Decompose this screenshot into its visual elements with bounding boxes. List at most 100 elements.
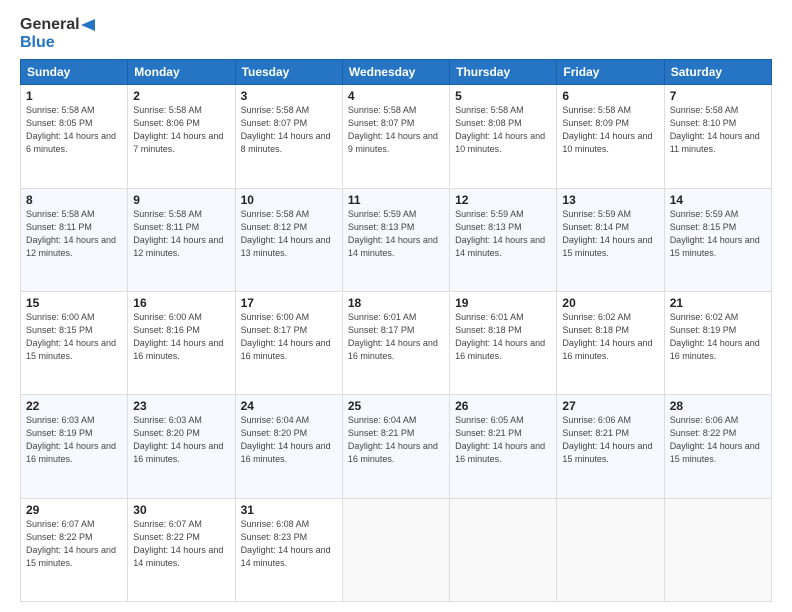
calendar-cell: 24 Sunrise: 6:04 AMSunset: 8:20 PMDaylig…	[235, 395, 342, 498]
calendar-week-row: 8 Sunrise: 5:58 AMSunset: 8:11 PMDayligh…	[21, 188, 772, 291]
day-info: Sunrise: 6:05 AMSunset: 8:21 PMDaylight:…	[455, 415, 545, 464]
logo-text: General Blue	[20, 16, 95, 51]
logo-blue: Blue	[20, 34, 55, 51]
calendar-cell: 5 Sunrise: 5:58 AMSunset: 8:08 PMDayligh…	[450, 85, 557, 188]
calendar-cell	[450, 498, 557, 601]
day-number: 1	[26, 89, 122, 103]
calendar-cell: 4 Sunrise: 5:58 AMSunset: 8:07 PMDayligh…	[342, 85, 449, 188]
day-info: Sunrise: 6:04 AMSunset: 8:21 PMDaylight:…	[348, 415, 438, 464]
calendar-week-row: 29 Sunrise: 6:07 AMSunset: 8:22 PMDaylig…	[21, 498, 772, 601]
day-number: 21	[670, 296, 766, 310]
day-info: Sunrise: 6:00 AMSunset: 8:17 PMDaylight:…	[241, 312, 331, 361]
day-info: Sunrise: 6:06 AMSunset: 8:21 PMDaylight:…	[562, 415, 652, 464]
calendar-cell: 15 Sunrise: 6:00 AMSunset: 8:15 PMDaylig…	[21, 291, 128, 394]
calendar-cell: 22 Sunrise: 6:03 AMSunset: 8:19 PMDaylig…	[21, 395, 128, 498]
day-info: Sunrise: 5:58 AMSunset: 8:07 PMDaylight:…	[241, 105, 331, 154]
calendar-table: SundayMondayTuesdayWednesdayThursdayFrid…	[20, 59, 772, 602]
day-info: Sunrise: 5:59 AMSunset: 8:13 PMDaylight:…	[348, 209, 438, 258]
day-number: 30	[133, 503, 229, 517]
day-info: Sunrise: 5:58 AMSunset: 8:12 PMDaylight:…	[241, 209, 331, 258]
day-number: 7	[670, 89, 766, 103]
col-header-sunday: Sunday	[21, 60, 128, 85]
day-info: Sunrise: 5:59 AMSunset: 8:15 PMDaylight:…	[670, 209, 760, 258]
col-header-tuesday: Tuesday	[235, 60, 342, 85]
day-number: 19	[455, 296, 551, 310]
day-info: Sunrise: 6:04 AMSunset: 8:20 PMDaylight:…	[241, 415, 331, 464]
day-number: 8	[26, 193, 122, 207]
calendar-cell: 31 Sunrise: 6:08 AMSunset: 8:23 PMDaylig…	[235, 498, 342, 601]
col-header-monday: Monday	[128, 60, 235, 85]
logo-bird-icon	[81, 17, 95, 33]
day-info: Sunrise: 5:58 AMSunset: 8:09 PMDaylight:…	[562, 105, 652, 154]
calendar-cell: 7 Sunrise: 5:58 AMSunset: 8:10 PMDayligh…	[664, 85, 771, 188]
calendar-cell: 26 Sunrise: 6:05 AMSunset: 8:21 PMDaylig…	[450, 395, 557, 498]
calendar-cell	[342, 498, 449, 601]
calendar-cell: 19 Sunrise: 6:01 AMSunset: 8:18 PMDaylig…	[450, 291, 557, 394]
day-info: Sunrise: 5:59 AMSunset: 8:13 PMDaylight:…	[455, 209, 545, 258]
day-info: Sunrise: 6:07 AMSunset: 8:22 PMDaylight:…	[133, 519, 223, 568]
day-info: Sunrise: 6:07 AMSunset: 8:22 PMDaylight:…	[26, 519, 116, 568]
logo: General Blue	[20, 16, 95, 51]
day-number: 28	[670, 399, 766, 413]
col-header-saturday: Saturday	[664, 60, 771, 85]
calendar-cell: 12 Sunrise: 5:59 AMSunset: 8:13 PMDaylig…	[450, 188, 557, 291]
calendar-cell: 10 Sunrise: 5:58 AMSunset: 8:12 PMDaylig…	[235, 188, 342, 291]
day-number: 15	[26, 296, 122, 310]
day-number: 16	[133, 296, 229, 310]
day-number: 14	[670, 193, 766, 207]
calendar-cell: 17 Sunrise: 6:00 AMSunset: 8:17 PMDaylig…	[235, 291, 342, 394]
header: General Blue	[20, 16, 772, 51]
day-number: 17	[241, 296, 337, 310]
day-info: Sunrise: 5:58 AMSunset: 8:05 PMDaylight:…	[26, 105, 116, 154]
day-number: 22	[26, 399, 122, 413]
logo-general: General	[20, 16, 80, 34]
calendar-week-row: 1 Sunrise: 5:58 AMSunset: 8:05 PMDayligh…	[21, 85, 772, 188]
day-number: 20	[562, 296, 658, 310]
col-header-thursday: Thursday	[450, 60, 557, 85]
day-info: Sunrise: 5:58 AMSunset: 8:10 PMDaylight:…	[670, 105, 760, 154]
calendar-cell: 6 Sunrise: 5:58 AMSunset: 8:09 PMDayligh…	[557, 85, 664, 188]
day-number: 2	[133, 89, 229, 103]
day-number: 29	[26, 503, 122, 517]
calendar-cell: 29 Sunrise: 6:07 AMSunset: 8:22 PMDaylig…	[21, 498, 128, 601]
col-header-friday: Friday	[557, 60, 664, 85]
calendar-cell: 23 Sunrise: 6:03 AMSunset: 8:20 PMDaylig…	[128, 395, 235, 498]
calendar-week-row: 15 Sunrise: 6:00 AMSunset: 8:15 PMDaylig…	[21, 291, 772, 394]
day-number: 24	[241, 399, 337, 413]
day-number: 5	[455, 89, 551, 103]
day-info: Sunrise: 6:02 AMSunset: 8:18 PMDaylight:…	[562, 312, 652, 361]
calendar-cell: 16 Sunrise: 6:00 AMSunset: 8:16 PMDaylig…	[128, 291, 235, 394]
day-info: Sunrise: 6:00 AMSunset: 8:15 PMDaylight:…	[26, 312, 116, 361]
day-number: 11	[348, 193, 444, 207]
calendar-cell: 27 Sunrise: 6:06 AMSunset: 8:21 PMDaylig…	[557, 395, 664, 498]
day-info: Sunrise: 5:58 AMSunset: 8:11 PMDaylight:…	[133, 209, 223, 258]
day-number: 4	[348, 89, 444, 103]
calendar-cell: 1 Sunrise: 5:58 AMSunset: 8:05 PMDayligh…	[21, 85, 128, 188]
page: General Blue SundayMondayTuesdayWednesda…	[0, 0, 792, 612]
calendar-cell	[664, 498, 771, 601]
day-number: 18	[348, 296, 444, 310]
day-number: 23	[133, 399, 229, 413]
col-header-wednesday: Wednesday	[342, 60, 449, 85]
day-info: Sunrise: 6:01 AMSunset: 8:18 PMDaylight:…	[455, 312, 545, 361]
day-number: 3	[241, 89, 337, 103]
calendar-cell	[557, 498, 664, 601]
calendar-cell: 13 Sunrise: 5:59 AMSunset: 8:14 PMDaylig…	[557, 188, 664, 291]
calendar-cell: 9 Sunrise: 5:58 AMSunset: 8:11 PMDayligh…	[128, 188, 235, 291]
calendar-cell: 20 Sunrise: 6:02 AMSunset: 8:18 PMDaylig…	[557, 291, 664, 394]
calendar-cell: 30 Sunrise: 6:07 AMSunset: 8:22 PMDaylig…	[128, 498, 235, 601]
calendar-cell: 11 Sunrise: 5:59 AMSunset: 8:13 PMDaylig…	[342, 188, 449, 291]
day-info: Sunrise: 6:02 AMSunset: 8:19 PMDaylight:…	[670, 312, 760, 361]
calendar-cell: 18 Sunrise: 6:01 AMSunset: 8:17 PMDaylig…	[342, 291, 449, 394]
calendar-cell: 28 Sunrise: 6:06 AMSunset: 8:22 PMDaylig…	[664, 395, 771, 498]
day-number: 27	[562, 399, 658, 413]
day-info: Sunrise: 5:58 AMSunset: 8:07 PMDaylight:…	[348, 105, 438, 154]
day-number: 9	[133, 193, 229, 207]
day-info: Sunrise: 6:06 AMSunset: 8:22 PMDaylight:…	[670, 415, 760, 464]
day-number: 13	[562, 193, 658, 207]
calendar-cell: 8 Sunrise: 5:58 AMSunset: 8:11 PMDayligh…	[21, 188, 128, 291]
calendar-cell: 3 Sunrise: 5:58 AMSunset: 8:07 PMDayligh…	[235, 85, 342, 188]
day-info: Sunrise: 6:03 AMSunset: 8:20 PMDaylight:…	[133, 415, 223, 464]
calendar-week-row: 22 Sunrise: 6:03 AMSunset: 8:19 PMDaylig…	[21, 395, 772, 498]
day-info: Sunrise: 6:08 AMSunset: 8:23 PMDaylight:…	[241, 519, 331, 568]
